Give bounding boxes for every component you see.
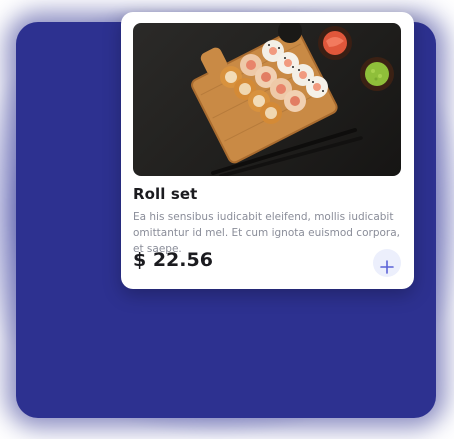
add-to-cart-button[interactable] <box>373 249 401 277</box>
stage: Roll set Ea his sensibus iudicabit eleif… <box>0 0 454 439</box>
product-image <box>133 23 401 176</box>
product-card[interactable]: Roll set Ea his sensibus iudicabit eleif… <box>121 12 414 289</box>
plus-icon <box>380 259 394 274</box>
product-title: Roll set <box>133 185 198 203</box>
product-price: $ 22.56 <box>133 249 213 271</box>
sushi-photo-illustration <box>191 23 394 176</box>
